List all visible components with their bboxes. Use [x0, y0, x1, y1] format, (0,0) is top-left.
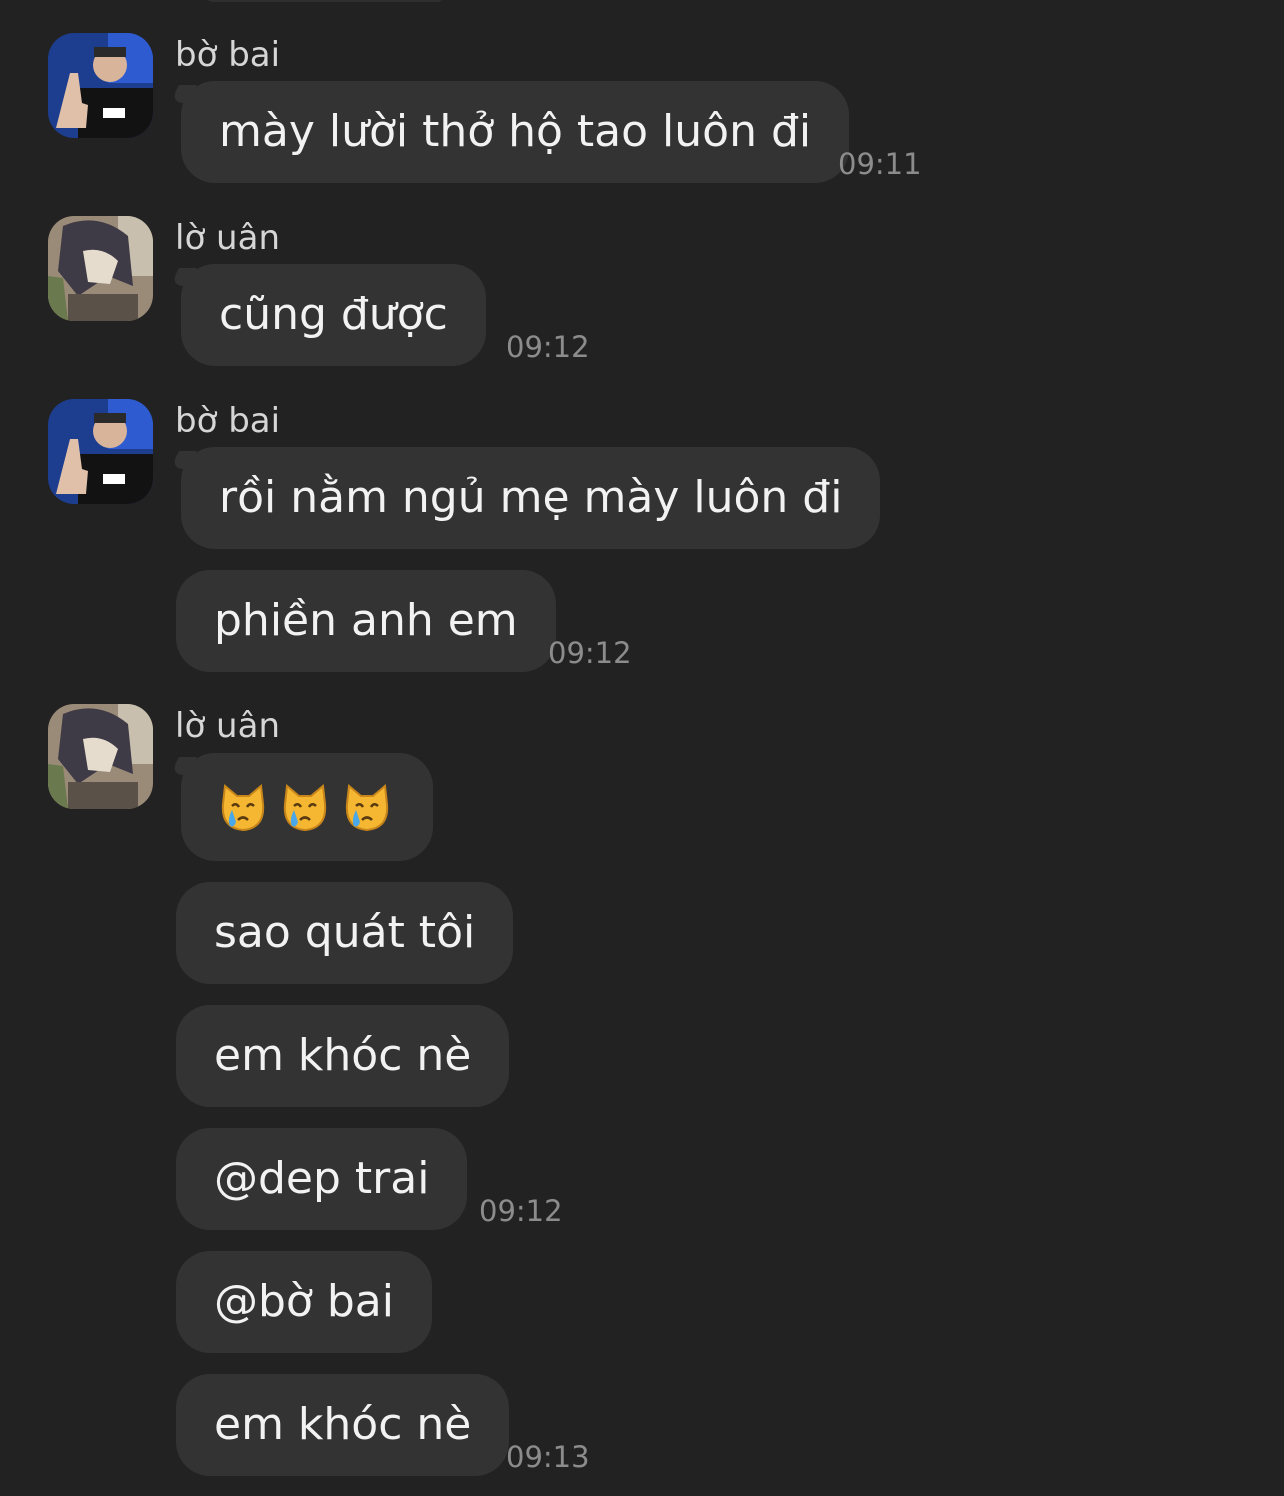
previous-message-bubble-edge: [205, 0, 445, 2]
avatar-lo-uan[interactable]: [48, 216, 153, 321]
avatar-lo-uan[interactable]: [48, 704, 153, 809]
message-timestamp: 09:12: [548, 636, 632, 670]
anime-character-icon: [48, 704, 153, 809]
message-bubble[interactable]: mày lười thở hộ tao luôn đi: [181, 81, 850, 183]
player-photo-icon: [48, 399, 153, 504]
message-bubble[interactable]: em khóc nè: [176, 1005, 510, 1107]
message-timestamp: 09:12: [479, 1194, 563, 1228]
sender-name: bờ bai: [175, 401, 281, 441]
message-bubble[interactable]: rồi nằm ngủ mẹ mày luôn đi: [181, 447, 881, 549]
emoji-message-bubble[interactable]: [181, 753, 433, 861]
sender-name: lờ uân: [175, 706, 280, 746]
mention-text[interactable]: @dep trai: [214, 1153, 429, 1204]
message-text: em khóc nè: [214, 1399, 472, 1450]
message-text: em khóc nè: [214, 1030, 472, 1081]
message-bubble[interactable]: phiền anh em: [176, 570, 556, 672]
message-bubble[interactable]: @bờ bai: [176, 1251, 432, 1353]
crying-cat-face-icon: [221, 784, 265, 832]
avatar-bo-bai[interactable]: [48, 399, 153, 504]
crying-cat-face-icon: [345, 784, 389, 832]
message-text: cũng được: [219, 289, 448, 340]
mention-text[interactable]: @bờ bai: [214, 1276, 394, 1327]
message-timestamp: 09:11: [838, 147, 922, 181]
message-text: rồi nằm ngủ mẹ mày luôn đi: [219, 472, 843, 523]
avatar-bo-bai[interactable]: [48, 33, 153, 138]
message-timestamp: 09:13: [506, 1440, 590, 1474]
message-bubble[interactable]: em khóc nè: [176, 1374, 510, 1476]
message-text: sao quát tôi: [214, 907, 476, 958]
player-photo-icon: [48, 33, 153, 138]
message-timestamp: 09:12: [506, 330, 590, 364]
message-bubble[interactable]: sao quát tôi: [176, 882, 514, 984]
message-text: phiền anh em: [214, 595, 518, 646]
anime-character-icon: [48, 216, 153, 321]
message-bubble[interactable]: cũng được: [181, 264, 486, 366]
crying-cat-face-icon: [283, 784, 327, 832]
sender-name: lờ uân: [175, 218, 280, 258]
message-bubble[interactable]: @dep trai: [176, 1128, 468, 1230]
message-text: mày lười thở hộ tao luôn đi: [219, 106, 812, 157]
sender-name: bờ bai: [175, 35, 281, 75]
